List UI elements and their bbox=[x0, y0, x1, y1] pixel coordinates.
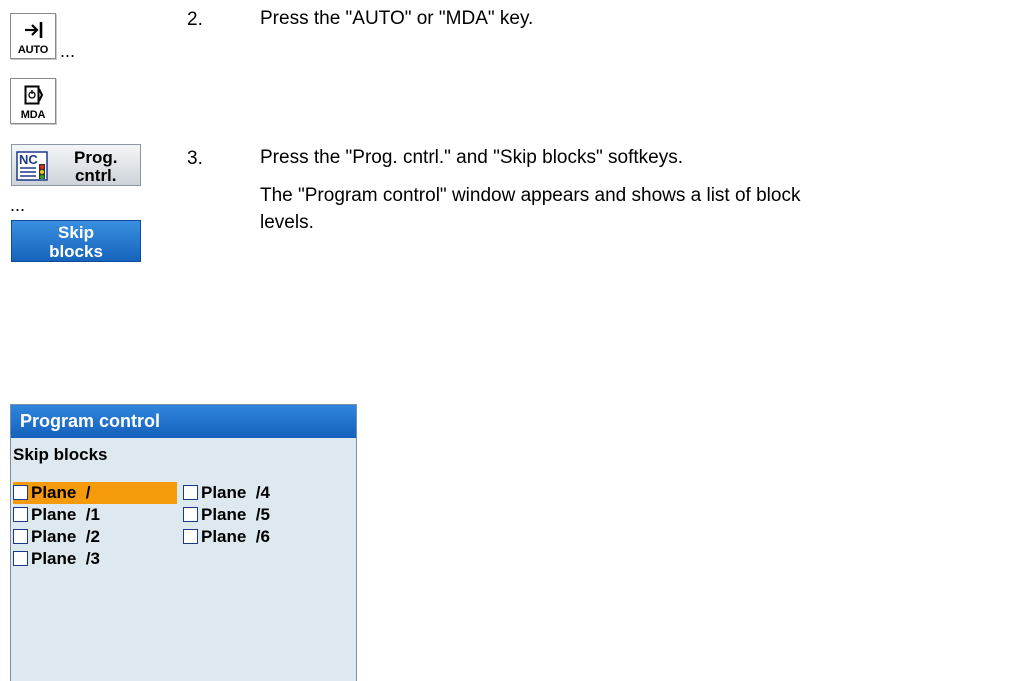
step-3-text-line3: levels. bbox=[260, 212, 314, 233]
mda-key-label: MDA bbox=[20, 109, 46, 121]
window-title: Program control bbox=[11, 405, 356, 438]
step-2-text: Press the "AUTO" or "MDA" key. bbox=[260, 8, 534, 29]
auto-key-label: AUTO bbox=[17, 44, 49, 56]
option-label: Plane /4 bbox=[201, 483, 270, 502]
checkbox[interactable] bbox=[183, 529, 198, 544]
skip-blocks-line1: Skip bbox=[58, 223, 94, 242]
svg-text:NC: NC bbox=[19, 152, 38, 167]
option-plane-4[interactable]: Plane /4 bbox=[183, 482, 270, 504]
skip-blocks-softkey[interactable]: Skip blocks bbox=[11, 220, 141, 262]
auto-key[interactable]: AUTO bbox=[10, 13, 56, 59]
checkbox[interactable] bbox=[183, 507, 198, 522]
option-plane-5[interactable]: Plane /5 bbox=[183, 504, 270, 526]
option-label: Plane /1 bbox=[31, 505, 100, 524]
softkey-ellipsis: ... bbox=[10, 195, 26, 215]
window-subtitle: Skip blocks bbox=[13, 445, 108, 464]
program-control-window: Program control Skip blocks Plane / Plan… bbox=[10, 404, 357, 681]
option-plane-2[interactable]: Plane /2 bbox=[13, 526, 100, 548]
option-label: Plane /5 bbox=[201, 505, 270, 524]
option-plane-3[interactable]: Plane /3 bbox=[13, 548, 100, 570]
checkbox[interactable] bbox=[13, 551, 28, 566]
checkbox[interactable] bbox=[13, 485, 28, 500]
prog-cntrl-label: Prog. cntrl. bbox=[74, 149, 117, 185]
hand-document-icon bbox=[24, 85, 44, 105]
mda-key[interactable]: MDA bbox=[10, 78, 56, 124]
prog-cntrl-line1: Prog. bbox=[74, 148, 118, 167]
step-3-text: Press the "Prog. cntrl." and "Skip block… bbox=[260, 147, 683, 168]
prog-cntrl-softkey[interactable]: NC Prog. cntrl. bbox=[11, 144, 141, 186]
step-3-text-line2: The "Program control" window appears and… bbox=[260, 185, 801, 206]
step-3-number: 3. bbox=[187, 148, 203, 169]
option-plane[interactable]: Plane / bbox=[13, 482, 177, 504]
option-label: Plane /3 bbox=[31, 549, 100, 568]
checkbox[interactable] bbox=[183, 485, 198, 500]
step-2-number: 2. bbox=[187, 9, 203, 30]
checkbox[interactable] bbox=[13, 529, 28, 544]
option-label: Plane /6 bbox=[201, 527, 270, 546]
option-label: Plane / bbox=[31, 483, 91, 502]
option-plane-6[interactable]: Plane /6 bbox=[183, 526, 270, 548]
key-ellipsis: ... bbox=[60, 41, 76, 61]
checkbox[interactable] bbox=[13, 507, 28, 522]
prog-cntrl-line2: cntrl. bbox=[74, 166, 117, 185]
skip-blocks-line2: blocks bbox=[49, 242, 103, 261]
arrow-into-bar-icon bbox=[25, 22, 43, 38]
option-plane-1[interactable]: Plane /1 bbox=[13, 504, 100, 526]
option-label: Plane /2 bbox=[31, 527, 100, 546]
nc-program-icon: NC bbox=[16, 151, 48, 181]
